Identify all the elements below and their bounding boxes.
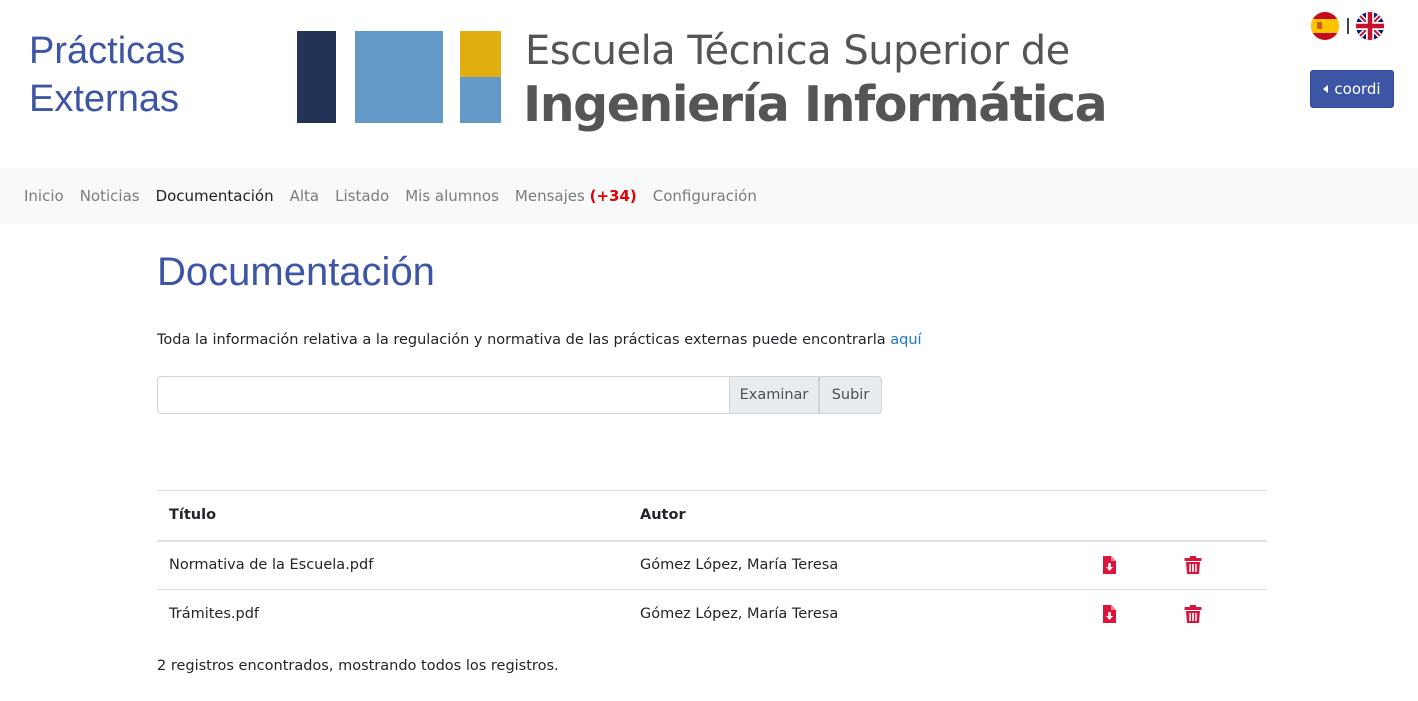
- nav-item-configuracion[interactable]: Configuración: [653, 187, 757, 205]
- user-menu-button[interactable]: coordi: [1310, 70, 1394, 108]
- nav-item-noticias[interactable]: Noticias: [80, 187, 140, 205]
- nav-item-mensajes[interactable]: Mensajes (+34): [515, 187, 637, 205]
- app-title-line1: Prácticas: [29, 30, 186, 72]
- nav-item-inicio[interactable]: Inicio: [24, 187, 64, 205]
- document-author: Gómez López, María Teresa: [628, 540, 1087, 590]
- table-header-row: Título Autor: [157, 490, 1267, 542]
- trash-icon[interactable]: [1183, 604, 1203, 624]
- app-title-line2: Externas: [29, 78, 179, 120]
- logo-block-light: [355, 31, 443, 123]
- document-title: Trámites.pdf: [169, 606, 260, 623]
- column-header-download: [1087, 490, 1171, 542]
- column-header-title[interactable]: Título: [157, 490, 628, 542]
- main-navbar: Inicio Noticias Documentación Alta Lista…: [0, 168, 1418, 224]
- document-author: Gómez López, María Teresa: [640, 606, 839, 623]
- browse-button[interactable]: Examinar: [730, 376, 819, 414]
- spanish-flag-icon[interactable]: [1311, 12, 1339, 40]
- upload-button[interactable]: Subir: [819, 376, 882, 414]
- school-logo: Escuela Técnica Superior de Ingeniería I…: [297, 28, 1127, 140]
- records-summary: 2 registros encontrados, mostrando todos…: [157, 658, 559, 674]
- document-title: Normativa de la Escuela.pdf: [157, 540, 628, 590]
- language-switcher: [1311, 12, 1384, 40]
- caret-left-icon: [1323, 85, 1329, 93]
- nav-item-listado[interactable]: Listado: [335, 187, 389, 205]
- logo-block-light-small: [460, 77, 501, 123]
- intro-text: Toda la información relativa a la regula…: [157, 332, 891, 348]
- logo-block-yellow: [460, 31, 501, 77]
- nav-item-mensajes-label: Mensajes: [514, 187, 585, 205]
- download-cell: [1087, 540, 1171, 590]
- trash-icon[interactable]: [1183, 555, 1203, 575]
- documents-table: Título Autor Normativa de la Escuela.pdf…: [157, 490, 1267, 639]
- delete-cell: [1171, 540, 1267, 590]
- intro-paragraph: Toda la información relativa a la regula…: [157, 332, 922, 348]
- language-separator: [1347, 18, 1349, 34]
- logo-text-line1: Escuela Técnica Superior de: [525, 28, 1070, 74]
- file-path-field[interactable]: [157, 376, 730, 414]
- logo-block-dark: [297, 31, 336, 123]
- logo-text-line2: Ingeniería Informática: [523, 76, 1108, 133]
- nav-item-mis-alumnos[interactable]: Mis alumnos: [405, 187, 499, 205]
- column-header-delete: [1171, 490, 1267, 542]
- file-download-icon[interactable]: [1099, 604, 1119, 624]
- nav-item-alta[interactable]: Alta: [290, 187, 320, 205]
- upload-form: Examinar Subir: [157, 376, 882, 414]
- download-cell: [1087, 590, 1171, 639]
- regulation-link[interactable]: aquí: [890, 332, 921, 348]
- messages-count-badge: (+34): [589, 187, 637, 205]
- file-download-icon[interactable]: [1099, 555, 1119, 575]
- table-row: Normativa de la Escuela.pdf Gómez López,…: [157, 540, 1267, 590]
- app-title[interactable]: Prácticas Externas: [29, 27, 185, 123]
- page-title: Documentación: [157, 250, 435, 294]
- table-row: Trámites.pdf Gómez López, María Teresa: [157, 590, 1267, 639]
- header: Prácticas Externas Escuela Técnica Super…: [0, 0, 1418, 168]
- uk-flag-icon[interactable]: [1356, 12, 1384, 40]
- nav-item-documentacion[interactable]: Documentación: [156, 187, 274, 205]
- user-button-label: coordi: [1334, 80, 1381, 98]
- column-header-author[interactable]: Autor: [628, 490, 1087, 542]
- delete-cell: [1171, 590, 1267, 639]
